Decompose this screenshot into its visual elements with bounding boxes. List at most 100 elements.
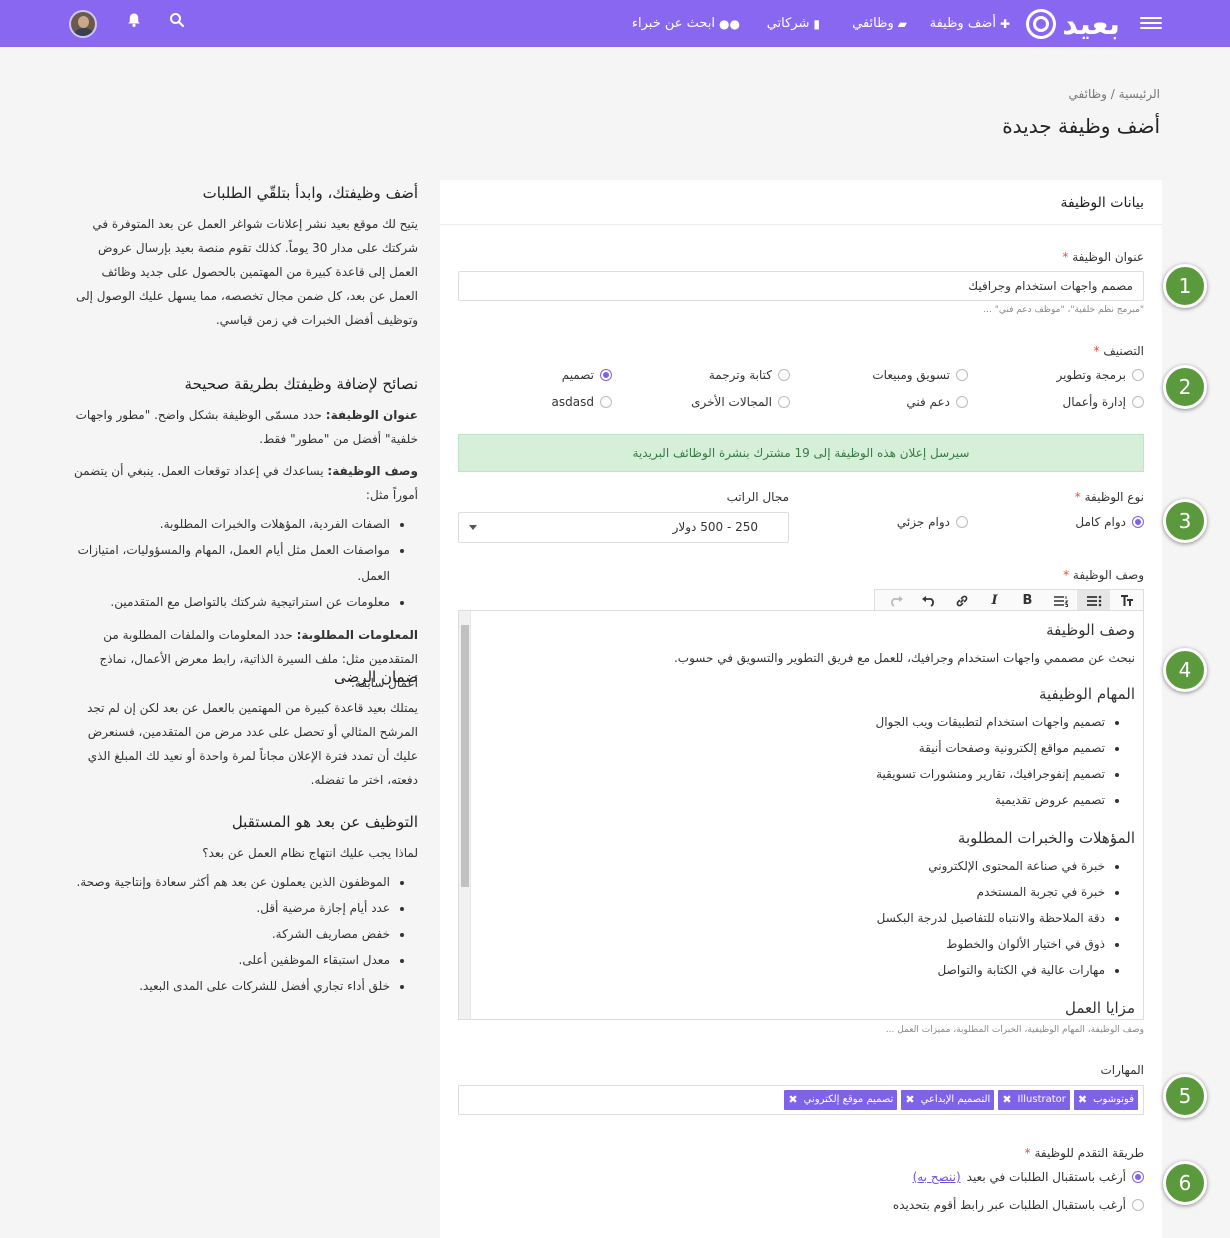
close-icon[interactable]: ✖ bbox=[1078, 1090, 1087, 1110]
job-title-input[interactable]: مصمم واجهات استخدام وجرافيك bbox=[458, 271, 1144, 301]
scrollbar-thumb[interactable] bbox=[461, 625, 469, 887]
nav-label: ابحث عن خبراء bbox=[631, 16, 716, 31]
breadcrumb-current[interactable]: وظائفي bbox=[1069, 87, 1107, 101]
radio-icon[interactable] bbox=[956, 516, 968, 528]
radio-label: دعم فني bbox=[906, 395, 950, 409]
sidebar-section-intro: أضف وظيفتك، وابدأ بتلقّي الطلبات يتيح لك… bbox=[70, 182, 418, 332]
radio-icon[interactable] bbox=[778, 369, 790, 381]
radio-icon[interactable] bbox=[1132, 516, 1144, 528]
avatar[interactable] bbox=[69, 10, 97, 38]
list-item: ذوق في اختيار الألوان والخطوط bbox=[479, 931, 1105, 957]
category-asdasd[interactable]: asdasd bbox=[552, 395, 612, 409]
editor-content[interactable]: وصف الوظيفة نبحث عن مصممي واجهات استخدام… bbox=[479, 611, 1135, 1019]
radio-label: تصميم bbox=[561, 368, 594, 382]
category-management[interactable]: إدارة وأعمال bbox=[1062, 395, 1144, 409]
nav-label: أضف وظيفة bbox=[929, 16, 996, 31]
radio-icon[interactable] bbox=[600, 396, 612, 408]
radio-label: أرغب باستقبال الطلبات عبر رابط أقوم بتحد… bbox=[892, 1198, 1126, 1212]
tasks-list: تصميم واجهات استخدام لتطبيقات ويب الجوال… bbox=[479, 709, 1135, 813]
category-design[interactable]: تصميم bbox=[562, 368, 612, 382]
editor-heading: مزايا العمل bbox=[1065, 999, 1135, 1017]
close-icon[interactable]: ✖ bbox=[1002, 1090, 1011, 1110]
numbered-list-icon[interactable] bbox=[1044, 590, 1077, 611]
recommended-link[interactable]: (ننصح به) bbox=[913, 1170, 961, 1184]
radio-label: أرغب باستقبال الطلبات في بعيد bbox=[966, 1170, 1126, 1184]
bold-icon[interactable]: B bbox=[1011, 590, 1044, 611]
category-marketing[interactable]: تسويق ومبيعات bbox=[872, 368, 968, 382]
top-navbar: بعيد ✚ أضف وظيفة ▰ وظائفي ▮ شركاتي ●● اب… bbox=[0, 0, 1230, 47]
nav-my-jobs[interactable]: ▰ وظائفي bbox=[852, 0, 907, 47]
page-title: أضف وظيفة جديدة bbox=[1002, 114, 1160, 138]
apply-method-external-link[interactable]: أرغب باستقبال الطلبات عبر رابط أقوم بتحد… bbox=[893, 1198, 1144, 1212]
search-icon[interactable] bbox=[166, 12, 188, 34]
section-title: التوظيف عن بعد هو المستقبل bbox=[231, 813, 418, 831]
salary-select[interactable]: 250 - 500 دولار bbox=[458, 512, 789, 543]
radio-label: دوام جزئي bbox=[896, 515, 950, 529]
menu-icon[interactable] bbox=[1140, 14, 1162, 32]
building-icon: ▮ bbox=[813, 16, 820, 31]
category-programming[interactable]: برمجة وتطوير bbox=[1056, 368, 1144, 382]
close-icon[interactable]: ✖ bbox=[788, 1090, 797, 1110]
list-item: تصميم واجهات استخدام لتطبيقات ويب الجوال bbox=[479, 709, 1105, 735]
nav-add-job[interactable]: ✚ أضف وظيفة bbox=[930, 0, 1010, 47]
radio-icon[interactable] bbox=[956, 396, 968, 408]
radio-label: دوام كامل bbox=[1075, 515, 1126, 529]
apply-method-platform[interactable]: أرغب باستقبال الطلبات في بعيد (ننصح به) bbox=[913, 1170, 1144, 1184]
italic-icon[interactable]: I bbox=[978, 590, 1011, 611]
category-writing[interactable]: كتابة وترجمة bbox=[709, 368, 790, 382]
caret-down-icon bbox=[469, 525, 477, 530]
breadcrumb-home[interactable]: الرئيسية bbox=[1119, 87, 1160, 101]
list-item: دقة الملاحظة والانتباه للتفاصيل لدرجة ال… bbox=[479, 905, 1105, 931]
radio-icon[interactable] bbox=[600, 369, 612, 381]
tag-label: Illustrator bbox=[1017, 1094, 1066, 1105]
brand-logo[interactable]: بعيد bbox=[1026, 6, 1120, 42]
skill-tag[interactable]: Illustrator ✖ bbox=[998, 1090, 1070, 1110]
step-badge-5: 5 bbox=[1163, 1074, 1207, 1118]
radio-label: asdasd bbox=[551, 395, 594, 409]
section-body: يمتلك بعيد قاعدة كبيرة من المهتمين بالعم… bbox=[87, 701, 418, 787]
description-editor[interactable]: وصف الوظيفة نبحث عن مصممي واجهات استخدام… bbox=[458, 610, 1144, 1020]
close-icon[interactable]: ✖ bbox=[905, 1090, 914, 1110]
radio-icon[interactable] bbox=[1132, 369, 1144, 381]
list-item: معدل استبقاء الموظفين أعلى. bbox=[70, 947, 390, 973]
radio-icon[interactable] bbox=[1132, 1171, 1144, 1183]
job-type-parttime[interactable]: دوام جزئي bbox=[897, 515, 968, 529]
category-support[interactable]: دعم فني bbox=[906, 395, 968, 409]
quals-list: خبرة في صناعة المحتوى الإلكتروني خبرة في… bbox=[479, 853, 1135, 983]
heading-icon[interactable] bbox=[1110, 590, 1143, 611]
undo-icon[interactable] bbox=[912, 590, 945, 611]
skill-tag[interactable]: تصميم موقع إلكتروني ✖ bbox=[784, 1090, 898, 1110]
bell-icon[interactable] bbox=[123, 12, 145, 34]
radio-icon[interactable] bbox=[1132, 1199, 1144, 1211]
job-type-label: نوع الوظيفة * bbox=[1075, 490, 1144, 504]
skills-input[interactable]: فوتوشوب ✖ Illustrator ✖ التصميم الإبداعي ✖ … bbox=[458, 1085, 1144, 1115]
job-type-fulltime[interactable]: دوام كامل bbox=[1075, 515, 1144, 529]
sidebar-section-tips: نصائح لإضافة وظيفتك بطريقة صحيحة عنوان ا… bbox=[70, 373, 418, 695]
breadcrumb-separator: / bbox=[1110, 87, 1115, 101]
nav-my-companies[interactable]: ▮ شركاتي bbox=[767, 0, 820, 47]
skill-tag[interactable]: فوتوشوب ✖ bbox=[1073, 1090, 1138, 1110]
list-item: خفض مصاريف الشركة. bbox=[70, 921, 390, 947]
list-item: تصميم إنفوجرافيك، تقارير ومنشورات تسويقي… bbox=[479, 761, 1105, 787]
nav-find-experts[interactable]: ●● ابحث عن خبراء bbox=[632, 0, 740, 47]
editor-scrollbar[interactable] bbox=[459, 611, 471, 1019]
radio-icon[interactable] bbox=[1132, 396, 1144, 408]
bullet-list-icon[interactable] bbox=[1077, 590, 1110, 611]
skill-tag[interactable]: التصميم الإبداعي ✖ bbox=[901, 1090, 995, 1110]
nav-label: شركاتي bbox=[766, 16, 810, 31]
category-other[interactable]: المجالات الأخرى bbox=[691, 395, 790, 409]
editor-paragraph: نبحث عن مصممي واجهات استخدام وجرافيك، لل… bbox=[673, 651, 1135, 665]
radio-icon[interactable] bbox=[778, 396, 790, 408]
link-icon[interactable] bbox=[945, 590, 978, 611]
list-item: عدد أيام إجازة مرضية أقل. bbox=[70, 895, 390, 921]
list-item: الموظفون الذين يعملون عن بعد هم أكثر سعا… bbox=[70, 869, 390, 895]
label-text: التصنيف bbox=[1103, 344, 1144, 358]
sidebar-section-guarantee: ضمان الرضى يمتلك بعيد قاعدة كبيرة من الم… bbox=[70, 666, 418, 792]
redo-icon[interactable] bbox=[879, 590, 912, 611]
step-badge-4: 4 bbox=[1163, 648, 1207, 692]
editor-heading: المهام الوظيفية bbox=[1038, 685, 1135, 703]
job-title-hint: "مبرمج نظم خلفية"، "موظف دعم فني" ... bbox=[983, 305, 1144, 315]
tag-label: تصميم موقع إلكتروني bbox=[803, 1094, 894, 1105]
radio-icon[interactable] bbox=[956, 369, 968, 381]
label-text: عنوان الوظيفة bbox=[1072, 250, 1144, 264]
